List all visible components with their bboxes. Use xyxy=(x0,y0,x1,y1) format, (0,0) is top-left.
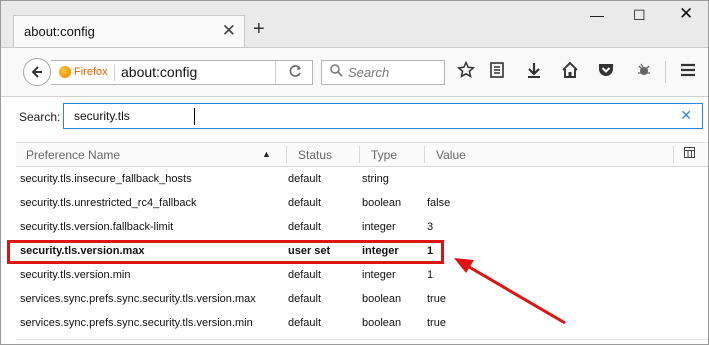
preference-search-input[interactable]: security.tls ✕ xyxy=(63,103,703,129)
sort-ascending-icon[interactable]: ▲ xyxy=(262,149,271,159)
text-caret xyxy=(194,108,195,125)
url-separator xyxy=(114,65,115,81)
home-icon[interactable] xyxy=(561,61,579,84)
table-row[interactable]: services.sync.prefs.sync.security.tls.ve… xyxy=(16,289,708,313)
table-row[interactable]: services.sync.prefs.sync.security.tls.ve… xyxy=(16,313,708,337)
clear-search-icon[interactable]: ✕ xyxy=(680,107,692,124)
table-row[interactable]: security.tls.version.fallback-limit defa… xyxy=(16,217,708,241)
pref-name: security.tls.version.min xyxy=(20,269,131,281)
search-bar[interactable]: Search xyxy=(321,60,445,85)
reload-icon[interactable] xyxy=(289,64,303,81)
pref-value: false xyxy=(427,197,451,209)
tab-close-icon[interactable]: ✕ xyxy=(222,21,236,41)
pref-value: 1 xyxy=(427,269,434,281)
pref-type: boolean xyxy=(362,317,402,329)
pref-type: boolean xyxy=(362,293,402,305)
tab-title: about:config xyxy=(24,24,95,39)
pocket-icon[interactable] xyxy=(597,61,615,84)
browser-window: about:config ✕ + — ☐ ✕ Firefox about:con… xyxy=(0,0,709,345)
pref-status: default xyxy=(288,317,322,329)
tab-strip: about:config ✕ + — ☐ ✕ xyxy=(1,1,708,48)
pref-type: integer xyxy=(362,221,396,233)
tab-about-config[interactable]: about:config ✕ xyxy=(13,15,245,47)
back-arrow-icon xyxy=(31,66,42,78)
maximize-button[interactable]: ☐ xyxy=(633,7,646,24)
extension-icon[interactable] xyxy=(635,61,653,84)
pref-status: default xyxy=(288,293,322,305)
toolbar-divider xyxy=(665,61,666,83)
pref-status: default xyxy=(288,173,322,185)
column-divider[interactable] xyxy=(359,146,360,163)
annotation-highlight-box xyxy=(7,240,444,264)
pref-name: services.sync.prefs.sync.security.tls.ve… xyxy=(20,317,253,329)
pref-status: default xyxy=(288,221,322,233)
search-icon xyxy=(330,64,343,80)
filter-label: Search: xyxy=(19,110,61,124)
back-button[interactable] xyxy=(23,58,51,86)
preferences-table-header: Preference Name ▲ Status Type Value xyxy=(16,142,708,167)
annotation-arrow xyxy=(454,258,566,325)
download-icon[interactable] xyxy=(525,61,543,84)
url-divider xyxy=(275,61,276,84)
column-divider[interactable] xyxy=(673,146,674,163)
column-header-value[interactable]: Value xyxy=(436,148,466,162)
column-header-name[interactable]: Preference Name xyxy=(26,148,120,162)
preference-filter-row: Search: security.tls ✕ xyxy=(1,97,708,137)
menu-icon[interactable] xyxy=(679,61,697,84)
pref-status: default xyxy=(288,269,322,281)
search-placeholder: Search xyxy=(348,65,390,80)
column-divider[interactable] xyxy=(286,146,287,163)
table-row[interactable]: security.tls.version.min default integer… xyxy=(16,265,708,289)
reading-list-icon[interactable] xyxy=(488,61,506,84)
pref-name: security.tls.insecure_fallback_hosts xyxy=(20,173,192,185)
table-row[interactable]: security.tls.unrestricted_rc4_fallback d… xyxy=(16,193,708,217)
close-window-button[interactable]: ✕ xyxy=(679,4,693,24)
minimize-button[interactable]: — xyxy=(590,7,604,23)
url-bar[interactable]: Firefox about:config xyxy=(51,60,313,85)
pref-type: string xyxy=(362,173,389,185)
column-header-type[interactable]: Type xyxy=(371,148,397,162)
star-icon[interactable] xyxy=(456,60,476,84)
pref-type: boolean xyxy=(362,197,402,209)
pref-name: security.tls.unrestricted_rc4_fallback xyxy=(20,197,197,209)
pref-value: 3 xyxy=(427,221,434,233)
column-picker-icon[interactable] xyxy=(684,147,695,161)
pref-type: integer xyxy=(362,269,396,281)
column-header-status[interactable]: Status xyxy=(298,148,332,162)
url-text[interactable]: about:config xyxy=(121,64,197,80)
new-tab-button[interactable]: + xyxy=(253,19,265,39)
pref-name: security.tls.version.fallback-limit xyxy=(20,221,174,233)
identity-label: Firefox xyxy=(74,66,108,78)
filter-value: security.tls xyxy=(74,109,130,123)
firefox-logo-icon xyxy=(59,66,71,78)
pref-name: services.sync.prefs.sync.security.tls.ve… xyxy=(20,293,256,305)
navigation-toolbar: Firefox about:config Search xyxy=(1,48,708,97)
list-bottom-border xyxy=(16,339,708,340)
pref-status: default xyxy=(288,197,322,209)
column-divider[interactable] xyxy=(424,146,425,163)
table-row[interactable]: security.tls.insecure_fallback_hosts def… xyxy=(16,169,708,193)
